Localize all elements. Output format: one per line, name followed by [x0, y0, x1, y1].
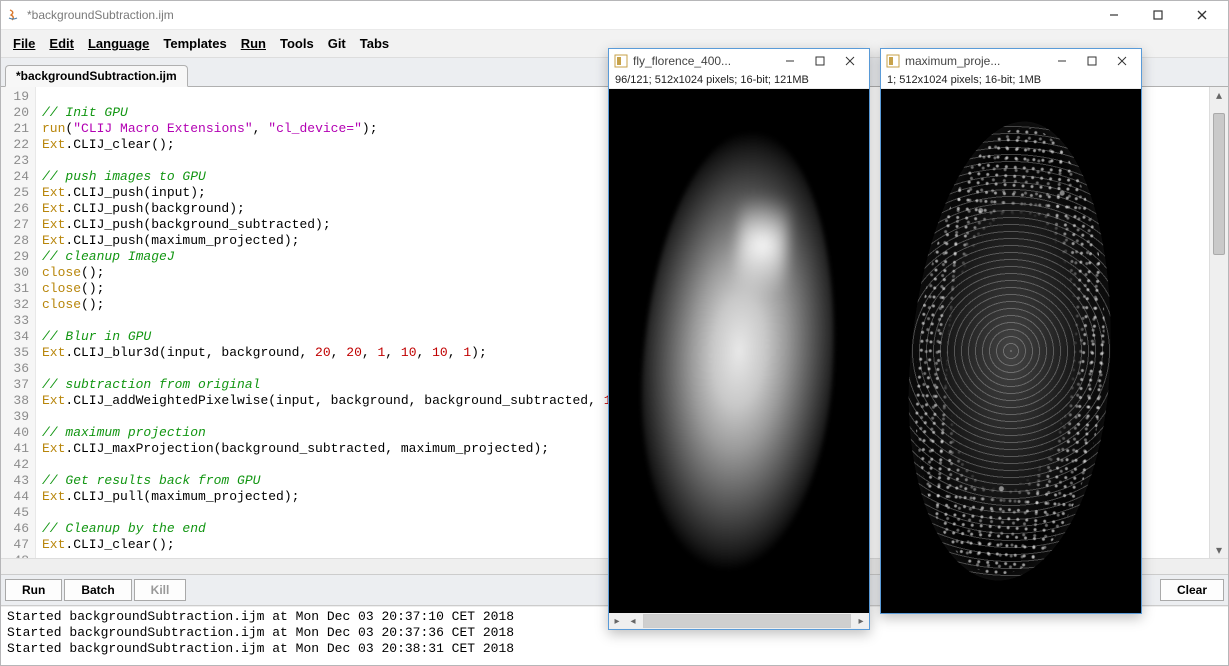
- image1-slice-scrollbar[interactable]: ▸ ◂ ▸: [609, 613, 869, 629]
- close-button[interactable]: [1180, 1, 1224, 29]
- slice-thumb[interactable]: [644, 615, 850, 627]
- image2-metadata: 1; 512x1024 pixels; 16-bit; 1MB: [881, 73, 1141, 89]
- image-window-maxproj[interactable]: maximum_proje... 1; 512x1024 pixels; 16-…: [880, 48, 1142, 614]
- scroll-left-icon[interactable]: ◂: [625, 616, 641, 627]
- image2-canvas[interactable]: [881, 89, 1141, 613]
- minimize-button[interactable]: [1092, 1, 1136, 29]
- menu-run[interactable]: Run: [235, 34, 272, 53]
- menu-templates[interactable]: Templates: [157, 34, 232, 53]
- run-button[interactable]: Run: [5, 579, 62, 601]
- image1-canvas[interactable]: [609, 89, 869, 613]
- scroll-down-icon[interactable]: ▾: [1211, 542, 1227, 558]
- menu-tabs[interactable]: Tabs: [354, 34, 395, 53]
- menu-edit[interactable]: Edit: [43, 34, 80, 53]
- scroll-up-icon[interactable]: ▴: [1211, 87, 1227, 103]
- window-title: *backgroundSubtraction.ijm: [27, 8, 174, 22]
- image1-minimize-button[interactable]: [775, 50, 805, 72]
- imagej-icon: [885, 53, 901, 69]
- maximize-button[interactable]: [1136, 1, 1180, 29]
- line-gutter: 1920212223242526272829303132333435363738…: [1, 87, 36, 558]
- image1-maximize-button[interactable]: [805, 50, 835, 72]
- editor-vertical-scrollbar[interactable]: ▴ ▾: [1209, 87, 1228, 558]
- menu-language[interactable]: Language: [82, 34, 155, 53]
- imagej-icon: [613, 53, 629, 69]
- image1-titlebar[interactable]: fly_florence_400...: [609, 49, 869, 73]
- titlebar: *backgroundSubtraction.ijm: [1, 1, 1228, 30]
- image1-title: fly_florence_400...: [633, 54, 731, 68]
- java-icon: [5, 7, 21, 23]
- tab-script[interactable]: *backgroundSubtraction.ijm: [5, 65, 188, 87]
- image2-minimize-button[interactable]: [1047, 50, 1077, 72]
- menu-tools[interactable]: Tools: [274, 34, 320, 53]
- image-window-fly[interactable]: fly_florence_400... 96/121; 512x1024 pix…: [608, 48, 870, 630]
- scroll-right-icon[interactable]: ▸: [853, 616, 869, 627]
- menu-file[interactable]: File: [7, 34, 41, 53]
- scrollbar-thumb[interactable]: [1213, 113, 1225, 255]
- image2-title: maximum_proje...: [905, 54, 1000, 68]
- image1-close-button[interactable]: [835, 50, 865, 72]
- clear-button[interactable]: Clear: [1160, 579, 1224, 601]
- kill-button[interactable]: Kill: [134, 579, 187, 601]
- image2-titlebar[interactable]: maximum_proje...: [881, 49, 1141, 73]
- image2-maximize-button[interactable]: [1077, 50, 1107, 72]
- menu-git[interactable]: Git: [322, 34, 352, 53]
- batch-button[interactable]: Batch: [64, 579, 131, 601]
- image1-content: [629, 125, 849, 577]
- scroll-left-icon[interactable]: ▸: [609, 616, 625, 627]
- image2-content: [895, 115, 1127, 588]
- image1-metadata: 96/121; 512x1024 pixels; 16-bit; 121MB: [609, 73, 869, 89]
- image2-close-button[interactable]: [1107, 50, 1137, 72]
